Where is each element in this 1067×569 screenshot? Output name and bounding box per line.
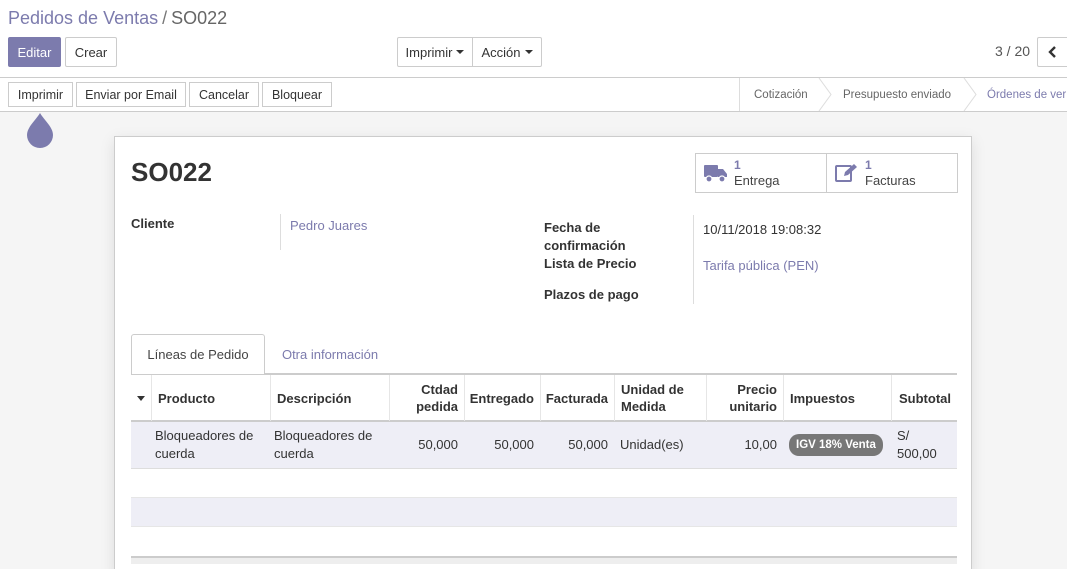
field-divider [280,214,281,250]
confirmation-date-label: Fecha de confirmación [544,219,626,255]
control-panel: Pedidos de Ventas / SO022 Editar Crear Imp… [0,0,1067,78]
pricelist-value-link[interactable]: Tarifa pública (PEN) [703,257,819,275]
column-header-uom-line2: Medida [621,399,666,414]
order-lines-table-header: Producto Descripción Ctdad pedida Entrega… [131,374,957,422]
empty-table-row [131,498,957,527]
record-title: SO022 [131,157,212,187]
invoices-label: Facturas [865,173,916,188]
cell-taxes: IGV 18% Venta [783,422,891,468]
cell-description-line1: Bloqueadores de [274,428,373,443]
form-sheet: SO022 1 Entrega 1 Facturas Cliente Pedro J… [114,136,972,569]
cell-subtotal: S/ 500,00 [897,428,937,461]
drop-icon [27,113,53,148]
truck-icon [704,165,727,183]
pricelist-label: Lista de Precio [544,256,637,271]
caret-down-icon [456,50,465,54]
delivery-count: 1 [734,158,741,172]
cell-description-line2: cuerda [274,446,314,461]
edit-icon [835,164,857,182]
empty-table-row [131,527,957,556]
column-header-product[interactable]: Producto [151,375,270,421]
print-dropdown-label: Imprimir [405,44,453,60]
empty-table-row [131,469,957,498]
sort-toggle[interactable] [131,375,151,421]
column-header-delivered[interactable]: Entregado [464,375,540,421]
table-footer [131,556,957,564]
cell-unit-price: 10,00 [744,437,777,452]
breadcrumb: Pedidos de Ventas / SO022 [8,8,227,29]
cell-quantity: 50,000 [418,437,458,452]
statusbar: Imprimir Enviar por Email Cancelar Bloqu… [0,78,1067,112]
confirmation-date-label-line2: confirmación [544,238,626,253]
chevron-left-icon [1047,46,1056,58]
delivery-smart-button[interactable]: 1 Entrega [695,153,827,193]
column-header-subtotal[interactable]: Subtotal [891,375,957,421]
cell-invoiced: 50,000 [568,437,608,452]
column-header-invoiced[interactable]: Facturada [540,375,614,421]
cell-delivered: 50,000 [494,437,534,452]
cell-description: Bloqueadores de cuerda [268,422,389,468]
print-dropdown-button[interactable]: Imprimir [397,37,473,67]
print-button[interactable]: Imprimir [8,82,73,107]
tab-other-info[interactable]: Otra información [267,334,393,374]
breadcrumb-separator: / [162,8,168,28]
cell-product-line2: cuerda [155,446,195,461]
column-header-unit-price-line1: Precio [737,382,777,397]
table-row[interactable]: Bloqueadores de cuerda Bloqueadores de cue… [131,422,957,469]
column-header-uom-line1: Unidad de [621,382,684,397]
cancel-button[interactable]: Cancelar [189,82,259,107]
statusbar-divider [739,78,740,111]
column-header-unit-price[interactable]: Precio unitario [706,375,783,421]
cell-product-line1: Bloqueadores de [155,428,254,443]
stage-quotation[interactable]: Cotización [754,78,808,111]
pager-value[interactable]: 3 / 20 [995,43,1030,59]
stage-quotation-sent[interactable]: Presupuesto enviado [843,78,951,111]
column-header-quantity[interactable]: Ctdad pedida [389,375,464,421]
stage-arrow-icon [963,78,977,111]
create-button[interactable]: Crear [65,37,117,67]
caret-down-icon [137,395,145,401]
action-dropdown-button[interactable]: Acción [472,37,542,67]
confirmation-date-value: 10/11/2018 19:08:32 [703,222,822,237]
customer-label: Cliente [131,216,175,231]
column-header-uom[interactable]: Unidad de Medida [614,375,706,421]
edit-button[interactable]: Editar [8,37,61,67]
lock-button[interactable]: Bloquear [262,82,332,107]
delivery-label: Entrega [734,173,780,188]
invoices-smart-button[interactable]: 1 Facturas [826,153,958,193]
stage-sales-order[interactable]: Órdenes de ver [987,78,1066,111]
cell-uom: Unidad(es) [620,437,684,452]
tax-badge: IGV 18% Venta [789,434,883,456]
column-header-description[interactable]: Descripción [270,375,389,421]
field-divider [693,215,694,304]
pager-previous-button[interactable] [1037,37,1067,67]
column-header-unit-price-line2: unitario [729,399,777,414]
breadcrumb-parent-link[interactable]: Pedidos de Ventas [8,8,158,28]
column-header-quantity-line2: pedida [416,399,458,414]
stage-arrow-icon [818,78,832,111]
send-email-button[interactable]: Enviar por Email [76,82,186,107]
caret-down-icon [524,50,533,54]
payment-terms-label: Plazos de pago [544,287,639,302]
invoices-count: 1 [865,158,872,172]
customer-value-link[interactable]: Pedro Juares [290,217,367,235]
confirmation-date-label-line1: Fecha de [544,220,601,235]
column-header-taxes[interactable]: Impuestos [783,375,891,421]
breadcrumb-current: SO022 [171,8,228,28]
action-dropdown-label: Acción [481,44,521,60]
cell-product: Bloqueadores de cuerda [149,422,268,468]
tab-order-lines[interactable]: Líneas de Pedido [131,334,265,375]
column-header-quantity-line1: Ctdad [421,382,458,397]
